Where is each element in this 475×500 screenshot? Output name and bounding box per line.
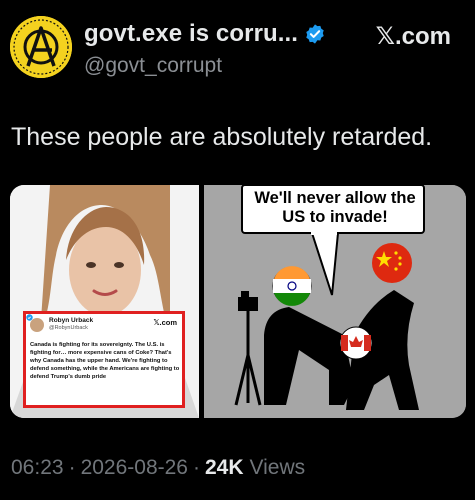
views-label: Views — [249, 456, 306, 479]
separator-dot: · — [192, 456, 200, 479]
x-logo: 𝕏.com — [375, 23, 451, 50]
speech-bubble-text: We'll never allow the US to invade! — [254, 189, 416, 226]
quoted-verified-icon — [26, 314, 33, 321]
separator-dot: · — [68, 456, 76, 479]
tweet-media: Robyn Urback @RobynUrback 𝕏.com Canada i… — [10, 185, 466, 418]
quoted-handle: @RobynUrback — [49, 325, 88, 331]
author-avatar[interactable] — [10, 16, 72, 78]
author-handle[interactable]: @govt_corrupt — [84, 54, 222, 78]
quoted-text: Canada is fighting for its sovereignty. … — [30, 342, 180, 380]
post-date[interactable]: 2026-08-26 — [81, 456, 188, 480]
post-time[interactable]: 06:23 — [11, 456, 64, 480]
media-image-right[interactable]: We'll never allow the US to invade! — [204, 185, 466, 418]
tweet-footer: 06:23 · 2026-08-26 · 24K Views — [11, 456, 305, 480]
anarchy-symbol-icon — [10, 16, 72, 78]
quoted-post-card[interactable]: Robyn Urback @RobynUrback 𝕏.com Canada i… — [23, 311, 185, 408]
views-count[interactable]: 24K — [205, 456, 244, 480]
media-image-left[interactable]: Robyn Urback @RobynUrback 𝕏.com Canada i… — [10, 185, 199, 418]
quoted-x-logo: 𝕏.com — [153, 318, 177, 327]
verified-badge-icon — [306, 24, 324, 44]
tweet-header: govt.exe is corru... @govt_corrupt 𝕏.com — [10, 14, 465, 84]
author-display-name[interactable]: govt.exe is corru... — [84, 20, 298, 48]
tweet-text: These people are absolutely retarded. — [11, 123, 433, 151]
quoted-name: Robyn Urback — [49, 317, 94, 324]
